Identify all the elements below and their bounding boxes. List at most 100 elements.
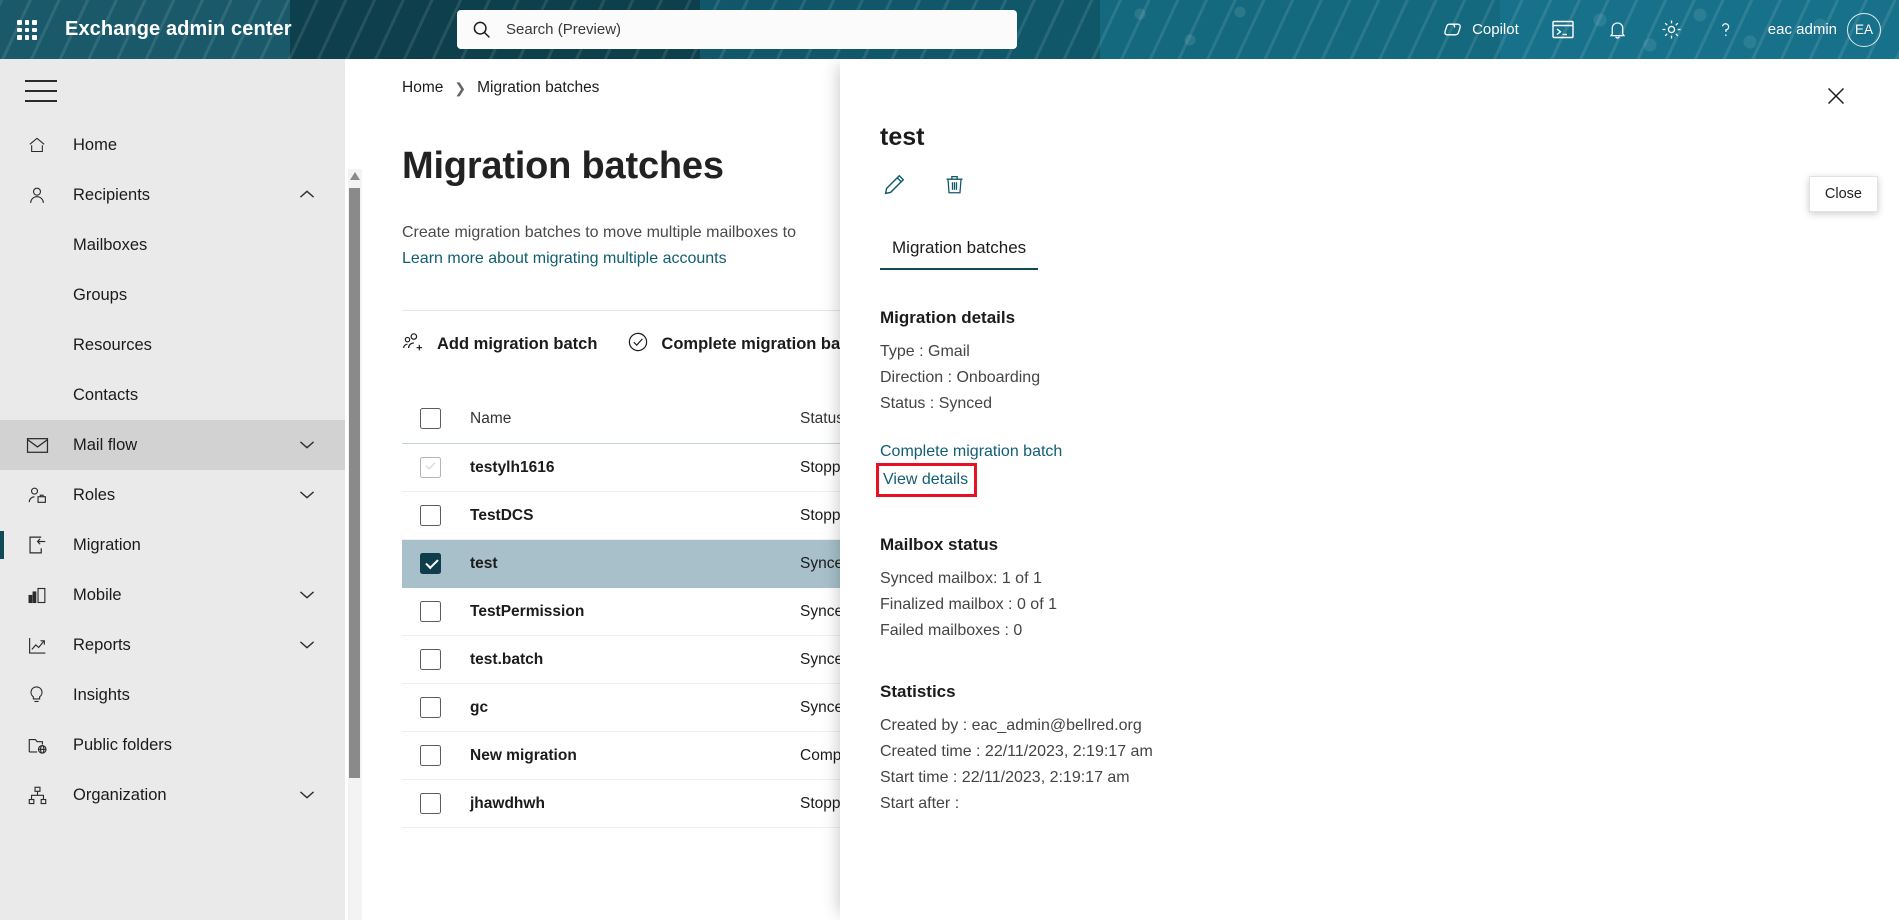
panel-tabs: Migration batches: [880, 238, 1899, 270]
sidebar-item-roles[interactable]: Roles: [0, 470, 345, 520]
copilot-icon: [1441, 18, 1464, 41]
row-checkbox[interactable]: [420, 553, 441, 574]
mail-icon: [26, 434, 52, 456]
row-checkbox[interactable]: [420, 745, 441, 766]
help-button[interactable]: [1699, 0, 1752, 59]
sidebar-item-label: Contacts: [73, 386, 138, 405]
chevron-down-icon: [299, 486, 315, 505]
sidebar-item-label: Organization: [73, 786, 167, 805]
breadcrumb-current: Migration batches: [477, 79, 599, 97]
sidebar-item-label: Mail flow: [73, 436, 137, 455]
scrollbar-up-arrow-icon[interactable]: [349, 169, 361, 183]
column-header-name[interactable]: Name: [470, 398, 800, 444]
view-details-highlight: View details: [876, 463, 977, 497]
scrollbar-thumb[interactable]: [349, 188, 360, 778]
row-name: TestPermission: [470, 588, 800, 636]
sidebar-item-mailboxes[interactable]: Mailboxes: [0, 220, 345, 270]
chevron-down-icon: [299, 636, 315, 655]
sidebar-item-label: Resources: [73, 336, 152, 355]
roles-icon: [26, 484, 52, 506]
tab-migration-batches[interactable]: Migration batches: [880, 238, 1038, 270]
sidebar-item-insights[interactable]: Insights: [0, 670, 345, 720]
search-input[interactable]: Search (Preview): [457, 10, 1017, 49]
sidebar-item-organization[interactable]: Organization: [0, 770, 345, 820]
sidebar-item-label: Home: [73, 136, 117, 155]
row-name: gc: [470, 684, 800, 732]
help-icon: [1715, 18, 1736, 41]
sidebar-item-recipients[interactable]: Recipients: [0, 170, 345, 220]
app-title: Exchange admin center: [65, 0, 292, 59]
notifications-button[interactable]: [1591, 0, 1644, 59]
migration-icon: [26, 534, 52, 556]
complete-migration-batch-link[interactable]: Complete migration batch: [880, 439, 1062, 464]
sidebar-item-mobile[interactable]: Mobile: [0, 570, 345, 620]
sidebar-item-public-folders[interactable]: Public folders: [0, 720, 345, 770]
row-name: New migration: [470, 732, 800, 780]
panel-title: test: [880, 123, 1899, 152]
delete-button[interactable]: [940, 170, 968, 198]
migration-details-heading: Migration details: [880, 308, 1899, 328]
check-circle-icon: [627, 331, 649, 358]
hamburger-menu-icon[interactable]: [25, 80, 57, 102]
detail-status: Status : Synced: [880, 391, 1899, 417]
close-tooltip: Close: [1809, 176, 1878, 212]
chevron-up-icon: [299, 186, 315, 205]
view-details-link[interactable]: View details: [879, 467, 968, 492]
delete-trash-icon: [943, 172, 966, 197]
created-time: Created time : 22/11/2023, 2:19:17 am: [880, 739, 1899, 765]
close-button[interactable]: [1817, 77, 1855, 115]
notifications-icon: [1607, 18, 1628, 41]
start-after: Start after :: [880, 791, 1899, 817]
row-checkbox[interactable]: [420, 793, 441, 814]
settings-button[interactable]: [1644, 0, 1699, 59]
chevron-down-icon: [299, 586, 315, 605]
start-time: Start time : 22/11/2023, 2:19:17 am: [880, 765, 1899, 791]
sidebar: Home Recipients Mailboxes Groups Resourc…: [0, 59, 345, 920]
sidebar-item-migration[interactable]: Migration: [0, 520, 345, 570]
avatar[interactable]: EA: [1847, 13, 1881, 47]
close-icon: [1824, 84, 1848, 108]
organization-icon: [26, 784, 52, 806]
user-name[interactable]: eac admin: [1752, 0, 1843, 59]
sidebar-item-label: Recipients: [73, 186, 150, 205]
app-launcher-icon[interactable]: [13, 16, 41, 44]
sidebar-item-contacts[interactable]: Contacts: [0, 370, 345, 420]
breadcrumb-home[interactable]: Home: [402, 79, 443, 97]
row-checkbox[interactable]: [420, 697, 441, 718]
row-name: test.batch: [470, 636, 800, 684]
row-checkbox[interactable]: [420, 649, 441, 670]
sidebar-item-resources[interactable]: Resources: [0, 320, 345, 370]
row-checkbox[interactable]: [420, 457, 441, 478]
sidebar-nav: Home Recipients Mailboxes Groups Resourc…: [0, 120, 345, 820]
sidebar-item-home[interactable]: Home: [0, 120, 345, 170]
sidebar-item-reports[interactable]: Reports: [0, 620, 345, 670]
powershell-icon: [1551, 19, 1575, 40]
created-by: Created by : eac_admin@bellred.org: [880, 713, 1899, 739]
sidebar-item-mail-flow[interactable]: Mail flow: [0, 420, 345, 470]
mailbox-status-list: Synced mailbox: 1 of 1 Finalized mailbox…: [880, 566, 1899, 644]
add-migration-batch-button[interactable]: Add migration batch: [402, 332, 597, 357]
row-checkbox[interactable]: [420, 601, 441, 622]
batch-detail-panel: Close test Migration batches Migration d: [840, 59, 1899, 920]
description-text: Create migration batches to move multipl…: [402, 224, 796, 241]
finalized-mailbox: Finalized mailbox : 0 of 1: [880, 592, 1899, 618]
powershell-button[interactable]: [1535, 0, 1591, 59]
detail-type: Type : Gmail: [880, 339, 1899, 365]
sidebar-item-label: Insights: [73, 686, 130, 705]
row-checkbox[interactable]: [420, 505, 441, 526]
search-icon: [471, 19, 492, 40]
copilot-label: Copilot: [1472, 21, 1519, 38]
reports-icon: [26, 634, 52, 656]
select-all-checkbox[interactable]: [420, 408, 441, 429]
complete-migration-batch-button[interactable]: Complete migration batch: [627, 331, 865, 358]
sidebar-item-label: Groups: [73, 286, 127, 305]
copilot-button[interactable]: Copilot: [1425, 0, 1535, 59]
sidebar-item-label: Reports: [73, 636, 131, 655]
mailbox-status-heading: Mailbox status: [880, 535, 1899, 555]
breadcrumb-separator-icon: ❯: [454, 80, 466, 97]
sidebar-item-groups[interactable]: Groups: [0, 270, 345, 320]
edit-button[interactable]: [880, 170, 908, 198]
select-all-header: [402, 398, 470, 444]
add-user-icon: [402, 332, 425, 357]
learn-more-link[interactable]: Learn more about migrating multiple acco…: [402, 250, 727, 267]
